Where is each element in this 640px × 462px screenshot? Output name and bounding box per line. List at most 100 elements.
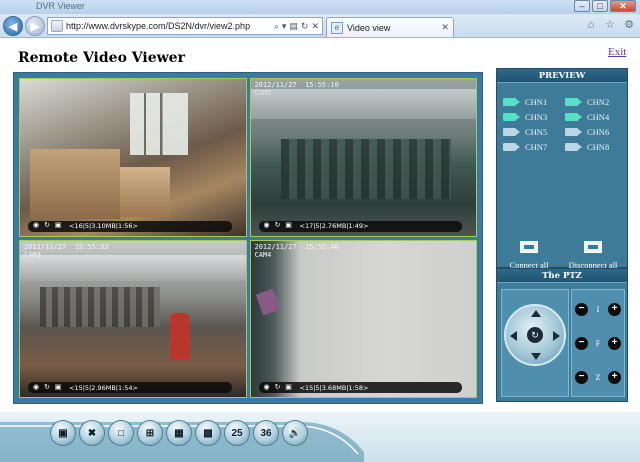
toolbar-buttons: ▣ ✖ □ ⊞ ▦ ▩ 25 36 🔊 <box>50 420 308 446</box>
camera-on-icon <box>565 113 582 121</box>
channel-item-4[interactable]: CHN4 <box>563 110 625 124</box>
snapshot-icon[interactable]: ◉ <box>263 384 271 392</box>
camera-control-bar: ◉ ↻ ▣ <15|5|2.96MB|1:54> <box>28 382 232 393</box>
tab-label: Video view <box>347 22 391 33</box>
layout-4-icon: ⊞ <box>145 427 155 439</box>
auto-scan-icon[interactable]: ↻ <box>527 327 543 343</box>
camera-view-3[interactable]: 2012/11/27 15:55:33 CAM3 ◉ ↻ ▣ <15|5|2.9… <box>19 239 247 398</box>
page-icon <box>51 20 63 32</box>
settings-tools-icon: ✖ <box>87 427 97 439</box>
layout-1-button[interactable]: □ <box>108 420 134 446</box>
channel-item-6[interactable]: CHN6 <box>563 125 625 139</box>
camera-view-4[interactable]: 2012/11/27 15:55:40 CAM4 ◉ ↻ ▣ <15|5|3.6… <box>249 239 477 398</box>
home-icon[interactable]: ⌂ <box>584 18 598 32</box>
settings-button[interactable]: ✖ <box>79 420 105 446</box>
layout-25-button[interactable]: 25 <box>224 420 250 446</box>
iris-minus-button[interactable]: − <box>575 302 588 316</box>
back-button[interactable]: ◀ <box>3 16 23 36</box>
layout-9-button[interactable]: ▦ <box>166 420 192 446</box>
ptz-joystick[interactable]: ↻ <box>504 304 566 366</box>
layout-36-button[interactable]: 36 <box>253 420 279 446</box>
channel-label: CHN8 <box>587 142 610 152</box>
rotate-icon[interactable]: ↻ <box>274 222 282 230</box>
pan-right-icon[interactable] <box>553 331 560 341</box>
video-viewer-frame: ◉ ↻ ▣ <16|5|3.10MB|1:56> 2012/11/27 15:5… <box>13 72 483 404</box>
channel-label: CHN4 <box>587 112 610 122</box>
address-bar[interactable]: http://www.dvrskype.com/DS2N/dvr/view2.p… <box>47 17 323 35</box>
zoom-minus-button[interactable]: − <box>575 370 588 384</box>
ptz-heading: The PTZ <box>497 269 627 283</box>
channel-item-3[interactable]: CHN3 <box>501 110 563 124</box>
stream-info: <15|5|3.68MB|1:58> <box>299 383 369 392</box>
window-title: DVR Viewer <box>36 1 85 11</box>
ceiling-shape <box>250 89 477 119</box>
channel-item-1[interactable]: CHN1 <box>501 95 563 109</box>
channel-label: CHN6 <box>587 127 610 137</box>
layout-25-icon: 25 <box>231 427 243 439</box>
channel-label: CHN1 <box>525 97 548 107</box>
tab-close-icon[interactable]: ✕ <box>441 22 449 33</box>
forward-button[interactable]: ▶ <box>25 16 45 36</box>
stop-icon[interactable]: ✕ <box>311 21 319 32</box>
camera-control-bar: ◉ ↻ ▣ <16|5|3.10MB|1:56> <box>28 220 232 232</box>
channel-item-5[interactable]: CHN5 <box>501 125 563 139</box>
zoom-plus-button[interactable]: + <box>607 370 621 384</box>
browser-navbar: ◀ ▶ http://www.dvrskype.com/DS2N/dvr/vie… <box>0 14 640 38</box>
rotate-icon[interactable]: ↻ <box>43 222 51 230</box>
gear-icon[interactable]: ⚙ <box>622 18 636 32</box>
record-icon[interactable]: ▣ <box>54 222 62 230</box>
ptz-lens-controls: − I + − F + − Z + <box>571 289 625 397</box>
record-icon[interactable]: ▣ <box>285 222 293 230</box>
pan-up-icon[interactable] <box>531 310 541 317</box>
shelves-shape <box>40 286 160 327</box>
camera-view-2[interactable]: 2012/11/27 15:55:10 CAM2 ◉ ↻ ▣ <17|5|2.7… <box>249 78 477 237</box>
window-titlebar: DVR Viewer – □ ✕ <box>0 0 640 14</box>
snapshot-icon[interactable]: ◉ <box>32 384 40 392</box>
focus-minus-button[interactable]: − <box>575 336 588 350</box>
dropdown-icon[interactable]: ▾ <box>282 21 287 32</box>
exit-link[interactable]: Exit <box>608 46 626 58</box>
stream-info: <17|5|2.76MB|1:49> <box>299 222 369 230</box>
camera-view-1[interactable]: ◉ ↻ ▣ <16|5|3.10MB|1:56> <box>19 78 247 237</box>
camera-control-bar: ◉ ↻ ▣ <15|5|3.68MB|1:58> <box>258 382 462 393</box>
compat-icon[interactable]: ▤ <box>289 21 298 32</box>
camera-off-icon <box>503 128 520 136</box>
snapshot-icon[interactable]: ◉ <box>32 222 40 230</box>
layout-4-button[interactable]: ⊞ <box>137 420 163 446</box>
disconnect-icon <box>584 241 602 253</box>
maximize-button[interactable]: □ <box>592 0 608 12</box>
layout-16-button[interactable]: ▩ <box>195 420 221 446</box>
tab-video-view[interactable]: e Video view ✕ <box>326 17 454 37</box>
camera-off-icon <box>565 143 582 151</box>
snapshot-icon[interactable]: ◉ <box>263 222 271 230</box>
channel-item-2[interactable]: CHN2 <box>563 95 625 109</box>
camera-control-bar: ◉ ↻ ▣ <17|5|2.76MB|1:49> <box>258 220 462 232</box>
close-window-button[interactable]: ✕ <box>610 0 636 12</box>
refresh-icon[interactable]: ↻ <box>301 21 309 32</box>
layout-1-icon: □ <box>117 427 125 439</box>
record-button[interactable]: ▣ <box>50 420 76 446</box>
audio-icon: 🔊 <box>288 427 302 439</box>
machinery-shape <box>280 139 451 199</box>
record-icon[interactable]: ▣ <box>54 384 62 392</box>
focus-plus-button[interactable]: + <box>607 336 621 350</box>
address-url[interactable]: http://www.dvrskype.com/DS2N/dvr/view2.p… <box>66 21 274 31</box>
person-shape <box>170 312 190 359</box>
boxes-shape <box>120 167 170 217</box>
channel-label: CHN2 <box>587 97 610 107</box>
channel-item-8[interactable]: CHN8 <box>563 140 625 154</box>
record-icon[interactable]: ▣ <box>285 384 293 392</box>
search-icon[interactable]: ⌕ <box>274 21 279 32</box>
channel-item-7[interactable]: CHN7 <box>501 140 563 154</box>
pan-left-icon[interactable] <box>510 331 517 341</box>
window-shape <box>130 93 188 155</box>
connect-icon <box>520 241 538 253</box>
rotate-icon[interactable]: ↻ <box>274 384 282 392</box>
rotate-icon[interactable]: ↻ <box>43 384 51 392</box>
iris-plus-button[interactable]: + <box>607 302 621 316</box>
camera-off-icon <box>503 143 520 151</box>
pan-down-icon[interactable] <box>531 353 541 360</box>
favorites-star-icon[interactable]: ☆ <box>603 18 617 32</box>
audio-button[interactable]: 🔊 <box>282 420 308 446</box>
minimize-button[interactable]: – <box>574 0 590 12</box>
